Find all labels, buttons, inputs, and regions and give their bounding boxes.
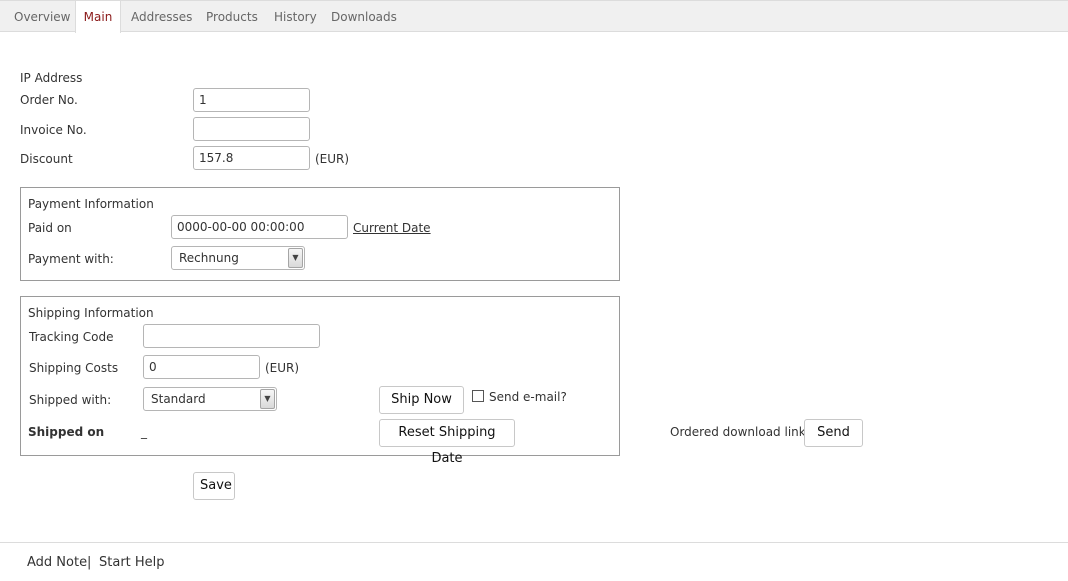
ip-address-label: IP Address [20,71,83,85]
send-email-label: Send e-mail? [489,390,567,404]
shipped-on-value: _ [141,425,147,439]
paid-on-label: Paid on [28,221,72,235]
footer-separator: | [87,555,92,570]
tab-addresses[interactable]: Addresses [131,1,192,33]
payment-with-label: Payment with: [28,252,114,266]
payment-information-box: Payment Information Paid on Current Date… [20,187,620,281]
tab-products[interactable]: Products [206,1,258,33]
start-help-link[interactable]: Start Help [99,555,165,570]
paid-on-input[interactable] [171,215,348,239]
ordered-download-links-label: Ordered download links [670,425,812,439]
shipped-on-label: Shipped on [28,425,105,439]
tab-main[interactable]: Main [75,1,121,33]
payment-information-title: Payment Information [28,197,154,211]
chevron-down-icon[interactable]: ▼ [260,389,275,409]
discount-label: Discount [20,152,73,166]
order-no-input[interactable] [193,88,310,112]
shipped-with-label: Shipped with: [29,393,112,407]
tab-downloads[interactable]: Downloads [331,1,397,33]
tab-history[interactable]: History [274,1,317,33]
shipped-with-value: Standard [151,392,206,406]
discount-input[interactable] [193,146,310,170]
shipped-with-select[interactable]: Standard ▼ [143,387,277,411]
footer-bar: Add Note | Start Help [0,542,1068,581]
add-note-link[interactable]: Add Note [27,555,87,570]
shipping-information-box: Shipping Information Tracking Code Shipp… [20,296,620,466]
order-no-label: Order No. [20,93,78,107]
send-download-links-button[interactable]: Send [804,419,863,447]
shipping-costs-label: Shipping Costs [29,361,119,375]
current-date-link[interactable]: Current Date [353,221,431,235]
reset-shipping-date-button[interactable]: Reset Shipping Date [379,419,515,466]
payment-with-select[interactable]: Rechnung ▼ [171,246,305,270]
invoice-no-input[interactable] [193,117,310,141]
shipping-costs-unit: (EUR) [265,361,300,375]
payment-with-value: Rechnung [179,251,239,265]
shipping-information-title: Shipping Information [28,306,154,320]
tab-bar: Overview Main Addresses Products History… [0,0,1068,33]
shipping-costs-input[interactable] [143,355,260,379]
ship-now-button[interactable]: Ship Now [379,386,464,414]
send-email-checkbox[interactable] [472,390,484,402]
tracking-code-input[interactable] [143,324,320,348]
tracking-code-label: Tracking Code [29,330,114,344]
discount-unit: (EUR) [315,152,350,166]
chevron-down-icon[interactable]: ▼ [288,248,303,268]
invoice-no-label: Invoice No. [20,123,87,137]
tab-overview[interactable]: Overview [14,1,71,33]
save-button[interactable]: Save [193,472,235,500]
